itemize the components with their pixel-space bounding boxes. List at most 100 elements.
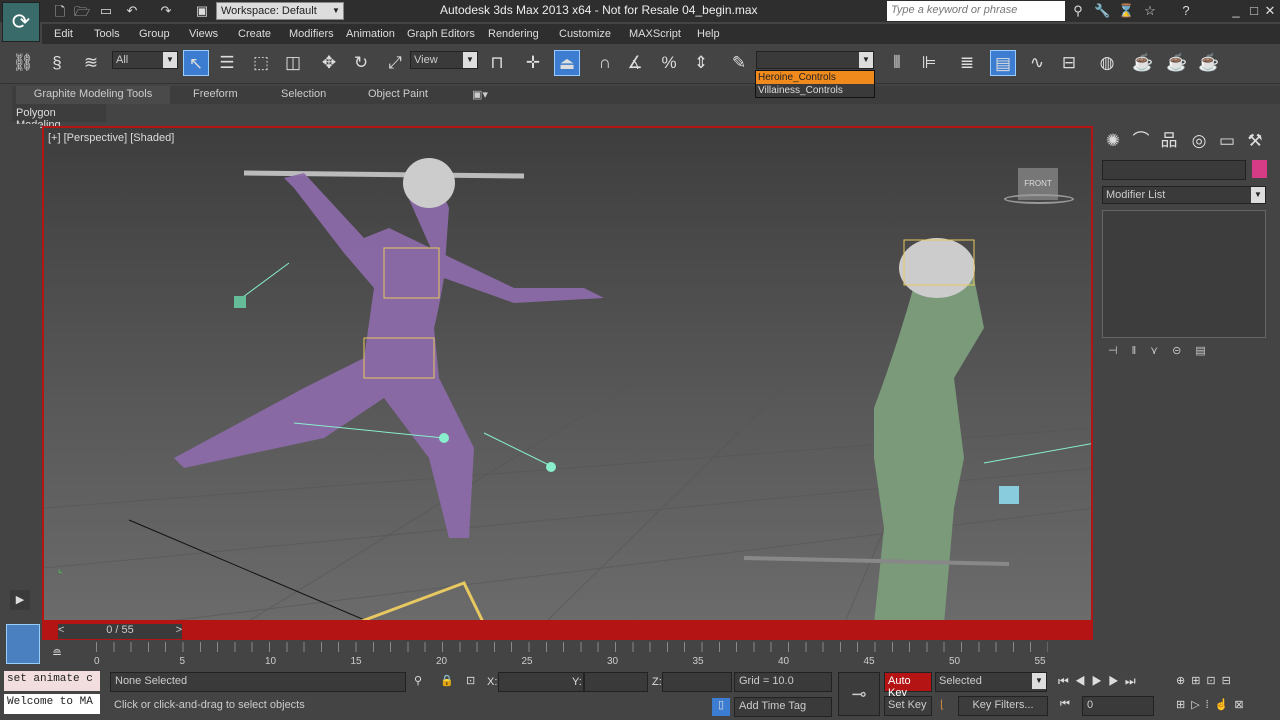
tab-freeform[interactable]: Freeform xyxy=(193,88,238,100)
align-icon[interactable]: ⊫ xyxy=(916,50,942,76)
menu-help[interactable]: Help xyxy=(697,28,720,40)
selection-lock-icon[interactable]: 🔒 xyxy=(440,674,454,687)
add-time-tag-button[interactable]: Add Time Tag xyxy=(734,697,832,717)
project-folder-icon[interactable]: ▣ xyxy=(194,3,210,19)
help-icon[interactable]: ? xyxy=(1178,3,1194,19)
maxscript-listener-output[interactable]: Welcome to MA xyxy=(4,694,100,714)
menu-animation[interactable]: Animation xyxy=(346,28,395,40)
prev-frame-icon[interactable]: < xyxy=(58,624,64,636)
modifier-list-dropdown[interactable]: Modifier List ▼ xyxy=(1102,186,1266,204)
window-crossing-icon[interactable]: ◫ xyxy=(280,50,306,76)
favorites-icon[interactable]: ☆ xyxy=(1142,3,1158,19)
spinner-snap-icon[interactable]: ⇕ xyxy=(688,50,714,76)
mirror-icon[interactable]: ⫴ xyxy=(884,50,910,76)
keyboard-shortcut-override-icon[interactable]: ⏏ xyxy=(554,50,580,76)
stack-controls-icon[interactable]: ⊣‖⋎⊝▤ xyxy=(1108,344,1220,357)
z-coordinate-field[interactable] xyxy=(662,672,732,692)
tab-object-paint[interactable]: Object Paint xyxy=(368,88,428,100)
key-icon[interactable]: 🔧 xyxy=(1094,3,1110,19)
communication-icon[interactable]: ⌛ xyxy=(1118,3,1134,19)
minimize-icon[interactable]: _ xyxy=(1228,3,1244,19)
set-key-button[interactable]: Set Key xyxy=(884,696,932,716)
track-bar-filter-icon[interactable]: ≘ xyxy=(52,646,62,660)
time-tag-icon[interactable]: ▯ xyxy=(712,698,730,716)
menu-modifiers[interactable]: Modifiers xyxy=(289,28,334,40)
tab-selection[interactable]: Selection xyxy=(281,88,326,100)
mini-curve-editor-button[interactable] xyxy=(6,624,40,664)
app-menu-button[interactable]: ⟳ xyxy=(2,2,40,42)
menu-create[interactable]: Create xyxy=(238,28,271,40)
display-tab-icon[interactable]: ▭ xyxy=(1214,128,1240,154)
maxscript-listener-input[interactable]: set animate c xyxy=(4,671,100,691)
close-icon[interactable]: ✕ xyxy=(1262,3,1278,19)
schematic-view-icon[interactable]: ⊟ xyxy=(1056,50,1082,76)
viewport-navigation-controls-2[interactable]: ⊞▷⁞☝⊠ xyxy=(1176,698,1250,711)
layer-manager-icon[interactable]: ≣ xyxy=(954,50,980,76)
rotate-icon[interactable]: ↻ xyxy=(348,50,374,76)
rendered-frame-icon[interactable]: ☕ xyxy=(1164,50,1190,76)
isolate-selection-icon[interactable]: ⚲ xyxy=(414,674,422,687)
create-tab-icon[interactable]: ✺ xyxy=(1100,128,1126,154)
bind-space-warp-icon[interactable]: ≋ xyxy=(78,50,104,76)
menu-rendering[interactable]: Rendering xyxy=(488,28,539,40)
key-mode-toggle-icon[interactable]: ⏮ xyxy=(1060,698,1070,711)
menu-edit[interactable]: Edit xyxy=(54,28,73,40)
modify-tab-icon[interactable]: ⌒ xyxy=(1128,128,1154,154)
track-bar[interactable]: 0 5 10 15 20 25 30 35 40 45 50 55 xyxy=(94,642,1048,668)
object-name-field[interactable] xyxy=(1102,160,1246,180)
named-selection-dropdown[interactable]: ▼ xyxy=(756,51,874,69)
rectangular-selection-icon[interactable]: ⬚ xyxy=(248,50,274,76)
auto-key-button[interactable]: Auto Key xyxy=(884,672,932,699)
selection-filter-dropdown[interactable]: All ▼ xyxy=(112,51,178,69)
modifier-stack[interactable] xyxy=(1102,210,1266,338)
next-frame-icon[interactable]: > xyxy=(176,624,182,636)
object-color-swatch[interactable] xyxy=(1252,160,1267,178)
expand-play-icon[interactable]: ▶ xyxy=(10,590,30,610)
hierarchy-tab-icon[interactable]: 品 xyxy=(1156,128,1182,154)
snaps-toggle-icon[interactable]: ∩ xyxy=(592,50,618,76)
binoculars-icon[interactable]: ⚲ xyxy=(1070,3,1086,19)
save-icon[interactable]: ▭ xyxy=(98,3,114,19)
maximize-icon[interactable]: □ xyxy=(1246,3,1262,19)
viewport-navigation-controls[interactable]: ⊕⊞⊡⊟ xyxy=(1176,674,1237,687)
undo-icon[interactable]: ↶ xyxy=(124,3,140,19)
workspace-dropdown[interactable]: Workspace: Default ▼ xyxy=(216,2,344,20)
menu-graph-editors[interactable]: Graph Editors xyxy=(407,28,475,40)
utilities-tab-icon[interactable]: ⚒ xyxy=(1242,128,1268,154)
current-frame-field[interactable]: 0 xyxy=(1082,696,1154,716)
curve-editor-icon[interactable]: ∿ xyxy=(1024,50,1050,76)
set-key-icon[interactable]: ⊸ xyxy=(838,672,880,716)
redo-icon[interactable]: ↷ xyxy=(158,3,174,19)
perspective-viewport[interactable]: [+] [Perspective] [Shaded] FRONT ⌞ xyxy=(42,126,1093,622)
pivot-center-icon[interactable]: ⊓ xyxy=(484,50,510,76)
new-file-icon[interactable]: 🗋 xyxy=(52,3,68,19)
menu-customize[interactable]: Customize xyxy=(559,28,611,40)
time-slider-track[interactable] xyxy=(42,622,1093,640)
render-setup-icon[interactable]: ☕ xyxy=(1130,50,1156,76)
select-by-name-icon[interactable]: ☰ xyxy=(214,50,240,76)
option-heroine-controls[interactable]: Heroine_Controls xyxy=(756,71,874,84)
material-editor-icon[interactable]: ◍ xyxy=(1094,50,1120,76)
percent-snap-icon[interactable]: % xyxy=(656,50,682,76)
select-object-icon[interactable]: ↖ xyxy=(183,50,209,76)
angle-snap-icon[interactable]: ∡ xyxy=(622,50,648,76)
menu-group[interactable]: Group xyxy=(139,28,170,40)
option-villainess-controls[interactable]: Villainess_Controls xyxy=(756,84,874,97)
scale-icon[interactable]: ⤢ xyxy=(382,50,408,76)
move-icon[interactable]: ✥ xyxy=(316,50,342,76)
ribbon-options-icon[interactable]: ▣▾ xyxy=(472,88,488,101)
menu-views[interactable]: Views xyxy=(189,28,218,40)
graphite-toggle-icon[interactable]: ▤ xyxy=(990,50,1016,76)
panel-polygon-modeling[interactable]: Polygon Modeling xyxy=(12,104,106,131)
open-file-icon[interactable]: 🗁 xyxy=(74,3,90,19)
render-icon[interactable]: ☕ xyxy=(1196,50,1222,76)
motion-tab-icon[interactable]: ◎ xyxy=(1186,128,1212,154)
key-filters-button[interactable]: Key Filters... xyxy=(958,696,1048,716)
reference-coordinate-dropdown[interactable]: View ▼ xyxy=(410,51,478,69)
time-slider-handle[interactable]: <0 / 55 > xyxy=(58,624,182,639)
select-manipulate-icon[interactable]: ✛ xyxy=(520,50,546,76)
unlink-icon[interactable]: § xyxy=(44,50,70,76)
menu-tools[interactable]: Tools xyxy=(94,28,120,40)
viewcube-ring[interactable] xyxy=(1004,194,1074,204)
select-link-icon[interactable]: ⛓ xyxy=(10,50,36,76)
